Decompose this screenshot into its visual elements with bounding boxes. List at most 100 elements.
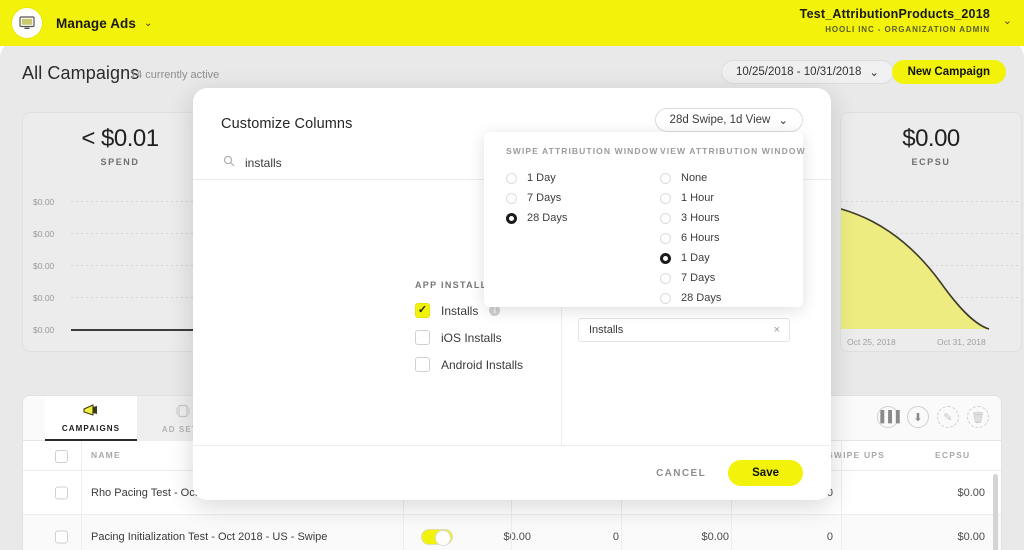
date-range-picker[interactable]: 10/25/2018 - 10/31/2018 ⌄ [721, 60, 894, 84]
swipe-option-7-days[interactable]: 7 Days [506, 188, 658, 208]
account-switcher[interactable]: Test_AttributionProducts_2018 HOOLI INC … [800, 7, 990, 35]
spend-value: < $0.01 [23, 125, 217, 153]
radio-icon[interactable] [506, 173, 517, 184]
attribution-window-label: 28d Swipe, 1d View [670, 114, 771, 126]
view-option-label: 6 Hours [681, 232, 720, 244]
view-option-1-day[interactable]: 1 Day [660, 248, 806, 268]
radio-icon[interactable] [660, 213, 671, 224]
view-option-3-hours[interactable]: 3 Hours [660, 208, 806, 228]
column-option-android-installs[interactable]: Android Installs [415, 357, 523, 372]
kpi-card-ecpsu: $0.00 ECPSU Oct 25, 2018 Oct 31, 2018 [840, 112, 1022, 352]
view-option-label: 3 Hours [681, 212, 720, 224]
radio-icon[interactable] [660, 193, 671, 204]
view-option-label: 28 Days [681, 292, 721, 304]
ecpsu-chart: Oct 25, 2018 Oct 31, 2018 [841, 173, 1021, 351]
view-option-28-days[interactable]: 28 Days [660, 288, 806, 308]
tab-campaigns-label: CAMPAIGNS [62, 424, 120, 433]
top-navigation-bar: Manage Ads ⌄ Test_AttributionProducts_20… [0, 0, 1024, 46]
view-option-6-hours[interactable]: 6 Hours [660, 228, 806, 248]
radio-icon[interactable] [660, 273, 671, 284]
view-attribution-column: VIEW ATTRIBUTION WINDOW None 1 Hour 3 Ho… [660, 146, 806, 308]
row-ecpsu: $0.00 [923, 531, 985, 543]
remove-column-icon[interactable]: × [774, 324, 780, 336]
swipe-option-label: 1 Day [527, 172, 556, 184]
delete-icon[interactable]: 🗑 [967, 406, 989, 428]
active-campaign-count: 14 currently active [130, 69, 219, 81]
app-root: Manage Ads ⌄ Test_AttributionProducts_20… [0, 0, 1024, 550]
radio-icon[interactable] [660, 293, 671, 304]
swipe-option-label: 7 Days [527, 192, 561, 204]
row-status-toggle[interactable] [421, 529, 453, 545]
page-title: All Campaigns [22, 63, 139, 84]
spend-ytick-2: $0.00 [33, 261, 54, 271]
swipe-option-1-day[interactable]: 1 Day [506, 168, 658, 188]
checkbox-icon[interactable] [415, 330, 430, 345]
table-vertical-scrollbar[interactable] [993, 474, 998, 550]
spend-ytick-3: $0.00 [33, 293, 54, 303]
chevron-down-icon: ⌄ [778, 113, 788, 127]
chevron-down-icon: ⌄ [869, 65, 879, 79]
column-group-title: APP INSTALLS [415, 280, 495, 290]
spend-ytick-1: $0.00 [33, 229, 54, 239]
swipe-option-28-days[interactable]: 28 Days [506, 208, 658, 228]
spend-label: SPEND [23, 157, 217, 167]
view-option-label: 1 Day [681, 252, 710, 264]
ecpsu-value: $0.00 [841, 125, 1021, 153]
column-header-ecpsu[interactable]: ECPSU [935, 450, 970, 460]
row-checkbox[interactable] [55, 486, 68, 499]
kpi-card-spend: < $0.01 SPEND $0.00 $0.00 $0.00 $0.00 $0… [22, 112, 218, 352]
row-checkbox[interactable] [55, 530, 68, 543]
row-name: Pacing Initialization Test - Oct 2018 - … [91, 531, 327, 543]
column-option-ios-installs[interactable]: iOS Installs [415, 330, 502, 345]
column-header-name[interactable]: NAME [91, 450, 121, 460]
account-chevron-down-icon[interactable]: ⌄ [1003, 14, 1012, 27]
chevron-down-icon[interactable]: ⌄ [144, 18, 152, 29]
row-swipe-ups: 0 [793, 531, 833, 543]
download-icon[interactable]: ⬇ [907, 406, 929, 428]
row-ecpsu: $0.00 [923, 487, 985, 499]
modal-footer: CANCEL Save [193, 445, 831, 500]
adset-icon [174, 404, 192, 421]
radio-icon[interactable] [506, 193, 517, 204]
columns-icon[interactable]: ▐▐▐ [877, 406, 899, 428]
view-option-none[interactable]: None [660, 168, 806, 188]
column-option-label: Installs [441, 304, 478, 318]
table-row[interactable]: Pacing Initialization Test - Oct 2018 - … [23, 515, 1001, 550]
row-spend: $0.00 [469, 531, 531, 543]
monitor-icon [19, 16, 35, 30]
ecpsu-label: ECPSU [841, 157, 1021, 167]
cancel-button[interactable]: CANCEL [656, 468, 706, 479]
date-range-label: 10/25/2018 - 10/31/2018 [736, 66, 861, 78]
brand-logo[interactable] [12, 8, 42, 38]
view-option-7-days[interactable]: 7 Days [660, 268, 806, 288]
search-icon [223, 155, 235, 170]
edit-icon[interactable]: ✎ [937, 406, 959, 428]
select-all-checkbox[interactable] [55, 450, 68, 463]
view-option-1-hour[interactable]: 1 Hour [660, 188, 806, 208]
spend-card-header: < $0.01 SPEND [23, 113, 217, 173]
column-header-swipe-ups[interactable]: SWIPE UPS [827, 450, 885, 460]
modal-title: Customize Columns [221, 116, 352, 132]
checkbox-checked-icon[interactable]: ✓ [415, 303, 430, 318]
save-button[interactable]: Save [728, 460, 803, 486]
view-option-label: 1 Hour [681, 192, 714, 204]
tab-campaigns[interactable]: CAMPAIGNS [45, 396, 137, 441]
radio-selected-icon[interactable] [506, 213, 517, 224]
checkbox-icon[interactable] [415, 357, 430, 372]
new-campaign-button[interactable]: New Campaign [892, 60, 1006, 84]
manage-ads-label[interactable]: Manage Ads [56, 16, 136, 31]
view-option-label: None [681, 172, 707, 184]
swipe-option-label: 28 Days [527, 212, 567, 224]
attribution-window-popover: SWIPE ATTRIBUTION WINDOW 1 Day 7 Days 28… [484, 132, 803, 307]
row-metric-3: $0.00 [683, 531, 729, 543]
column-option-label: Android Installs [441, 358, 523, 372]
radio-icon[interactable] [660, 173, 671, 184]
spend-ytick-0: $0.00 [33, 197, 54, 207]
view-attribution-header: VIEW ATTRIBUTION WINDOW [660, 146, 806, 156]
selected-column-chip[interactable]: Installs × [578, 318, 790, 342]
attribution-window-button[interactable]: 28d Swipe, 1d View ⌄ [655, 108, 803, 132]
view-option-label: 7 Days [681, 272, 715, 284]
radio-selected-icon[interactable] [660, 253, 671, 264]
radio-icon[interactable] [660, 233, 671, 244]
selected-column-label: Installs [589, 324, 623, 336]
